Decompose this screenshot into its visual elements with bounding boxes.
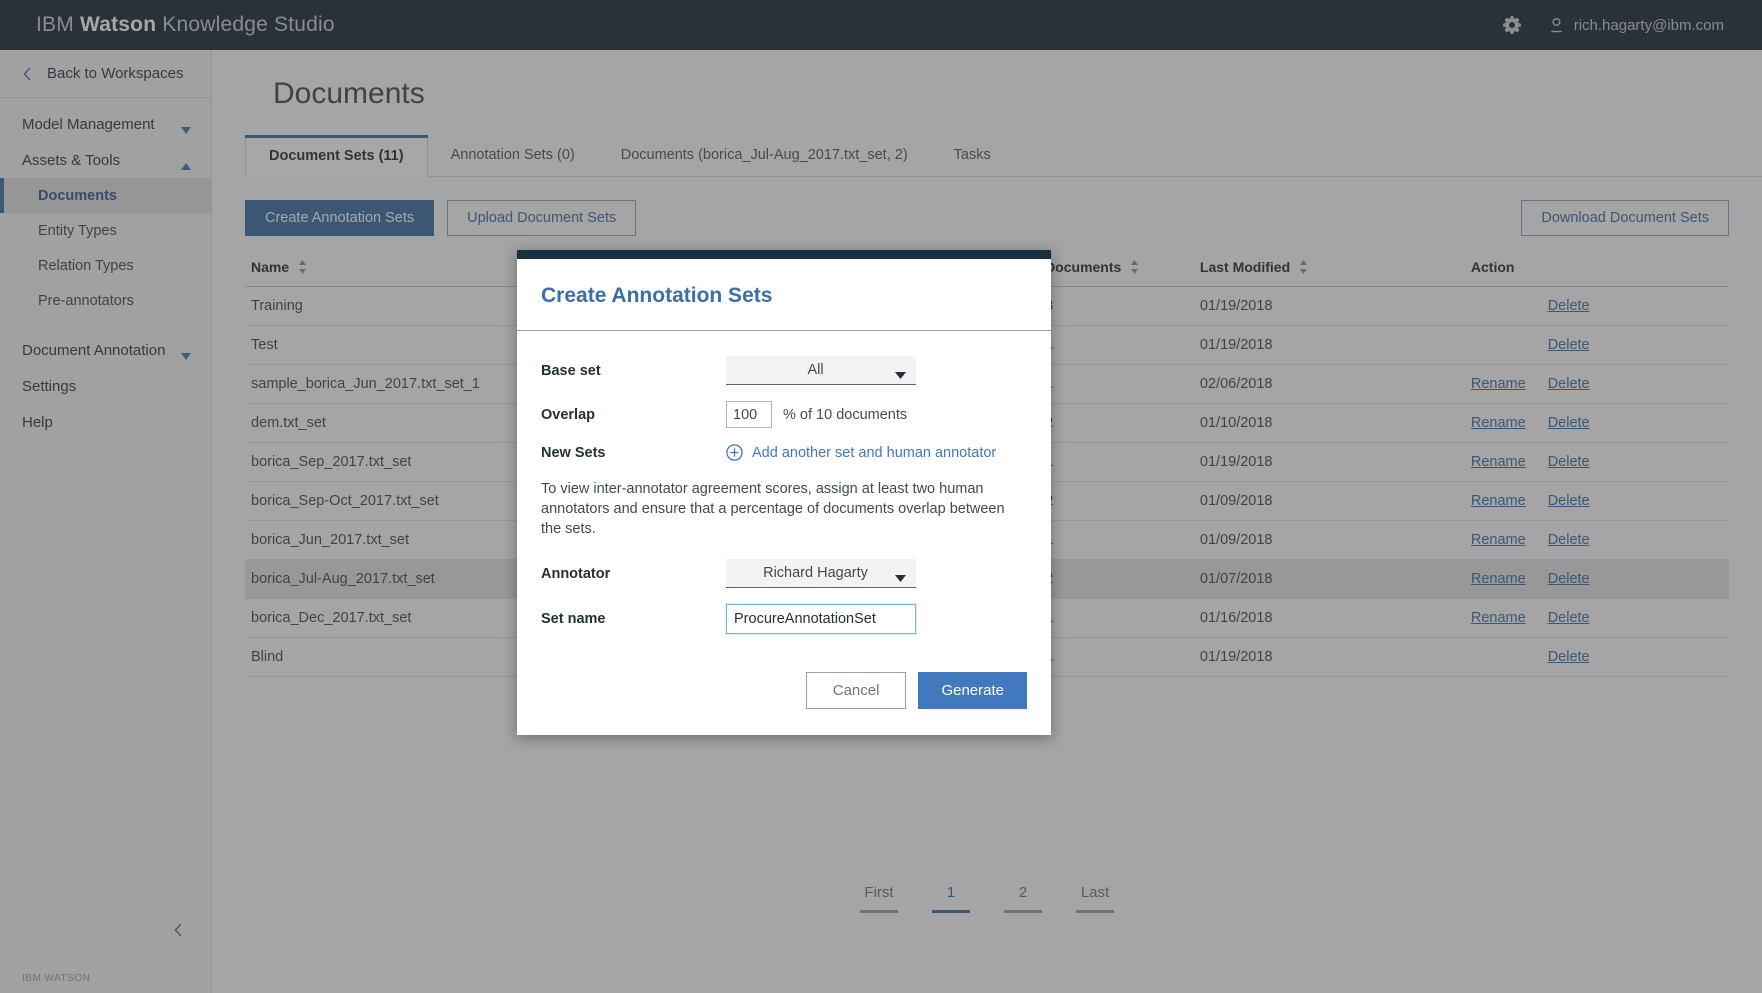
app-root: IBM Watson Knowledge Studio rich.hagarty… — [0, 0, 1762, 993]
dialog-accent-bar — [517, 250, 1051, 259]
add-another-set-link[interactable]: Add another set and human annotator — [726, 444, 996, 461]
dialog-title: Create Annotation Sets — [541, 284, 773, 307]
add-another-set-label: Add another set and human annotator — [752, 444, 997, 461]
set-name-label: Set name — [541, 611, 606, 627]
dialog-header: Create Annotation Sets — [517, 259, 1051, 331]
annotator-value: Richard Hagarty — [763, 565, 868, 581]
new-sets-row: New Sets Add another set and human annot… — [541, 444, 1027, 461]
cancel-button[interactable]: Cancel — [805, 672, 907, 709]
chevron-down-icon — [895, 570, 906, 582]
dialog-footer: Cancel Generate — [517, 650, 1051, 735]
overlap-suffix-label: % of 10 documents — [783, 406, 908, 423]
annotator-row: Annotator Richard Hagarty — [541, 559, 1027, 588]
base-set-label: Base set — [541, 362, 601, 379]
base-set-value: All — [807, 362, 824, 378]
base-set-row: Base set All — [541, 356, 1027, 385]
generate-button[interactable]: Generate — [918, 672, 1027, 709]
base-set-select[interactable]: All — [726, 356, 916, 385]
overlap-row: Overlap % of 10 documents — [541, 401, 1027, 428]
set-name-input[interactable] — [725, 603, 917, 635]
dialog-body: Base set All Overlap % of 10 documents N… — [517, 331, 1051, 635]
overlap-label: Overlap — [541, 406, 595, 423]
plus-circle-icon — [726, 444, 743, 461]
overlap-input[interactable] — [726, 401, 772, 428]
chevron-down-icon — [895, 367, 906, 379]
annotator-select[interactable]: Richard Hagarty — [726, 559, 916, 588]
new-sets-label: New Sets — [541, 444, 606, 461]
dialog-helper-text: To view inter-annotator agreement scores… — [541, 481, 1005, 537]
annotator-label: Annotator — [541, 565, 611, 582]
set-name-row: Set name — [541, 603, 1027, 635]
create-annotation-sets-dialog: Create Annotation Sets Base set All Over… — [517, 250, 1051, 735]
